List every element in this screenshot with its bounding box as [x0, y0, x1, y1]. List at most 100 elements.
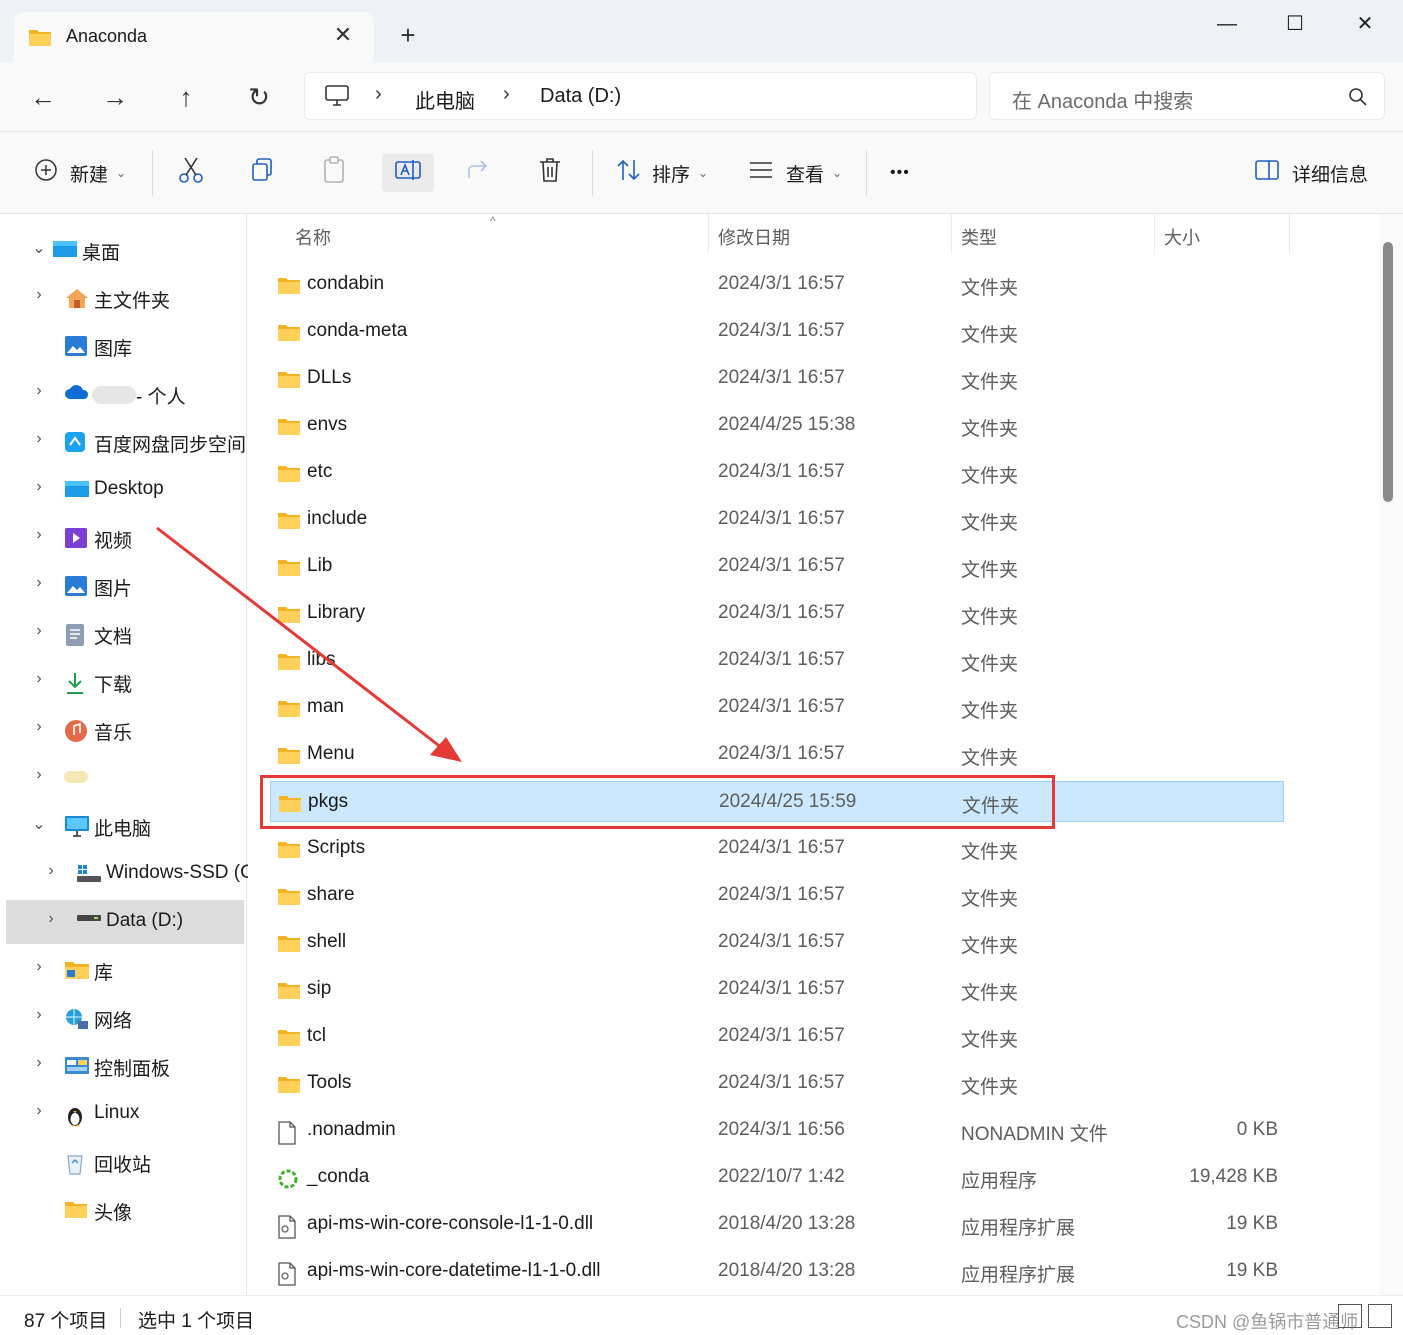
sidebar-item[interactable]: › 主文件夹 [6, 276, 244, 320]
details-label: 详细信息 [1292, 164, 1369, 186]
file-row[interactable]: sip 2024/3/1 16:57 文件夹 [270, 969, 1284, 1010]
more-options-button[interactable]: ••• [890, 154, 910, 192]
vertical-scrollbar[interactable] [1380, 214, 1403, 1295]
delete-button[interactable] [538, 154, 562, 192]
rename-button[interactable] [382, 154, 434, 192]
chevron-right-icon[interactable]: › [42, 910, 60, 928]
file-row[interactable]: Lib 2024/3/1 16:57 文件夹 [270, 546, 1284, 587]
tiles-view-icon[interactable] [1368, 1304, 1392, 1328]
chevron-right-icon[interactable]: › [30, 478, 48, 496]
file-row[interactable]: tcl 2024/3/1 16:57 文件夹 [270, 1016, 1284, 1057]
sort-button[interactable]: 排序 ⌄ [616, 154, 708, 192]
column-divider[interactable] [1154, 214, 1155, 254]
file-row[interactable]: Tools 2024/3/1 16:57 文件夹 [270, 1063, 1284, 1104]
chevron-right-icon[interactable]: › [30, 286, 48, 304]
file-row[interactable]: man 2024/3/1 16:57 文件夹 [270, 687, 1284, 728]
column-header-modified[interactable]: 修改日期 [718, 224, 790, 250]
file-row[interactable]: DLLs 2024/3/1 16:57 文件夹 [270, 358, 1284, 399]
chevron-down-icon[interactable]: ⌄ [30, 814, 48, 834]
search-input[interactable]: 在 Anaconda 中搜索 [989, 72, 1385, 120]
sidebar-item[interactable]: › Windows-SSD (C [6, 852, 253, 896]
forward-button[interactable]: → [98, 80, 132, 114]
chevron-right-icon[interactable]: › [30, 1054, 48, 1072]
sidebar-item[interactable]: ⌄ 此电脑 [6, 804, 244, 848]
chevron-right-icon[interactable]: › [30, 526, 48, 544]
sidebar-item[interactable]: › 库 [6, 948, 244, 992]
sidebar-item[interactable]: › - 个人 [6, 372, 244, 416]
file-row[interactable]: share 2024/3/1 16:57 文件夹 [270, 875, 1284, 916]
sidebar-item[interactable]: › 百度网盘同步空间 [6, 420, 246, 464]
file-row[interactable]: Library 2024/3/1 16:57 文件夹 [270, 593, 1284, 634]
maximize-button[interactable]: ☐ [1272, 8, 1318, 40]
file-row[interactable]: libs 2024/3/1 16:57 文件夹 [270, 640, 1284, 681]
sidebar-item[interactable]: 图库 [6, 324, 244, 368]
close-window-button[interactable]: ✕ [1342, 8, 1388, 40]
chevron-right-icon[interactable]: › [30, 574, 48, 592]
details-view-icon[interactable] [1338, 1304, 1362, 1328]
sidebar-item[interactable]: › 控制面板 [6, 1044, 244, 1088]
file-row[interactable]: api-ms-win-core-datetime-l1-1-0.dll 2018/… [270, 1251, 1284, 1292]
tab-anaconda[interactable]: Anaconda ✕ [14, 12, 374, 62]
chevron-right-icon[interactable]: › [30, 958, 48, 976]
new-tab-button[interactable]: + [395, 20, 421, 50]
sidebar-item[interactable]: › 音乐 [6, 708, 244, 752]
file-row[interactable]: api-ms-win-core-console-l1-1-0.dll 2018/4… [270, 1204, 1284, 1245]
chevron-right-icon[interactable]: › [30, 622, 48, 640]
sidebar-item[interactable]: 头像 [6, 1188, 244, 1232]
chevron-right-icon[interactable]: › [30, 430, 48, 448]
minimize-button[interactable]: — [1204, 8, 1250, 40]
copy-button[interactable] [250, 154, 274, 192]
file-row[interactable]: include 2024/3/1 16:57 文件夹 [270, 499, 1284, 540]
breadcrumb[interactable]: › 此电脑 › Data (D:) [304, 72, 977, 120]
chevron-right-icon[interactable]: › [30, 1102, 48, 1120]
back-button[interactable]: ← [26, 80, 60, 114]
file-row[interactable]: .nonadmin 2024/3/1 16:56 NONADMIN 文件 0 KB [270, 1110, 1284, 1151]
sidebar-item[interactable]: ⌄ 桌面 [6, 228, 244, 272]
tab-close-icon[interactable]: ✕ [330, 22, 356, 48]
file-row[interactable]: condabin 2024/3/1 16:57 文件夹 [270, 264, 1284, 305]
sidebar-item-label: 网络 [94, 1011, 133, 1032]
sidebar-item[interactable]: › Linux [6, 1092, 244, 1136]
chevron-down-icon[interactable]: ⌄ [30, 238, 48, 258]
details-pane-button[interactable]: 详细信息 [1254, 154, 1368, 192]
sidebar-item[interactable]: › 视频 [6, 516, 244, 560]
file-row[interactable]: etc 2024/3/1 16:57 文件夹 [270, 452, 1284, 493]
sidebar-item[interactable]: › 图片 [6, 564, 244, 608]
share-button[interactable] [466, 154, 492, 192]
column-header-type[interactable]: 类型 [961, 224, 997, 250]
chevron-right-icon[interactable]: › [42, 862, 60, 880]
breadcrumb-this-pc[interactable]: 此电脑 [415, 85, 475, 114]
column-divider[interactable] [951, 214, 952, 254]
new-button[interactable]: 新建 ⌄ [34, 154, 126, 192]
column-header-name[interactable]: 名称 [295, 224, 331, 250]
sidebar-item[interactable]: › Desktop [6, 468, 244, 512]
file-row[interactable]: shell 2024/3/1 16:57 文件夹 [270, 922, 1284, 963]
cut-button[interactable] [178, 154, 204, 192]
file-row[interactable]: conda-meta 2024/3/1 16:57 文件夹 [270, 311, 1284, 352]
sidebar-item[interactable]: › 下载 [6, 660, 244, 704]
paste-button[interactable] [322, 154, 346, 192]
scrollbar-thumb[interactable] [1383, 242, 1393, 502]
up-button[interactable]: ↑ [169, 80, 203, 114]
chevron-right-icon[interactable]: › [30, 718, 48, 736]
refresh-button[interactable]: ↻ [242, 80, 276, 114]
sidebar-item[interactable]: › Data (D:) [6, 900, 244, 944]
chevron-right-icon[interactable]: › [30, 382, 48, 400]
chevron-right-icon[interactable]: › [30, 766, 48, 784]
view-button[interactable]: 查看 ⌄ [748, 154, 842, 192]
file-row[interactable]: envs 2024/4/25 15:38 文件夹 [270, 405, 1284, 446]
sidebar-item[interactable]: › [6, 756, 244, 800]
chevron-right-icon[interactable]: › [30, 1006, 48, 1024]
column-divider[interactable] [708, 214, 709, 254]
breadcrumb-data-d[interactable]: Data (D:) [540, 85, 621, 108]
sidebar-item[interactable]: › 文档 [6, 612, 244, 656]
chevron-right-icon[interactable]: › [30, 670, 48, 688]
sidebar-item[interactable]: 回收站 [6, 1140, 244, 1184]
column-header-size[interactable]: 大小 [1164, 224, 1200, 250]
file-row[interactable]: Menu 2024/3/1 16:57 文件夹 [270, 734, 1284, 775]
column-divider[interactable] [1289, 214, 1290, 254]
file-row[interactable]: _conda 2022/10/7 1:42 应用程序 19,428 KB [270, 1157, 1284, 1198]
scissors-icon [178, 156, 204, 190]
sidebar-item[interactable]: › 网络 [6, 996, 244, 1040]
file-row[interactable]: Scripts 2024/3/1 16:57 文件夹 [270, 828, 1284, 869]
